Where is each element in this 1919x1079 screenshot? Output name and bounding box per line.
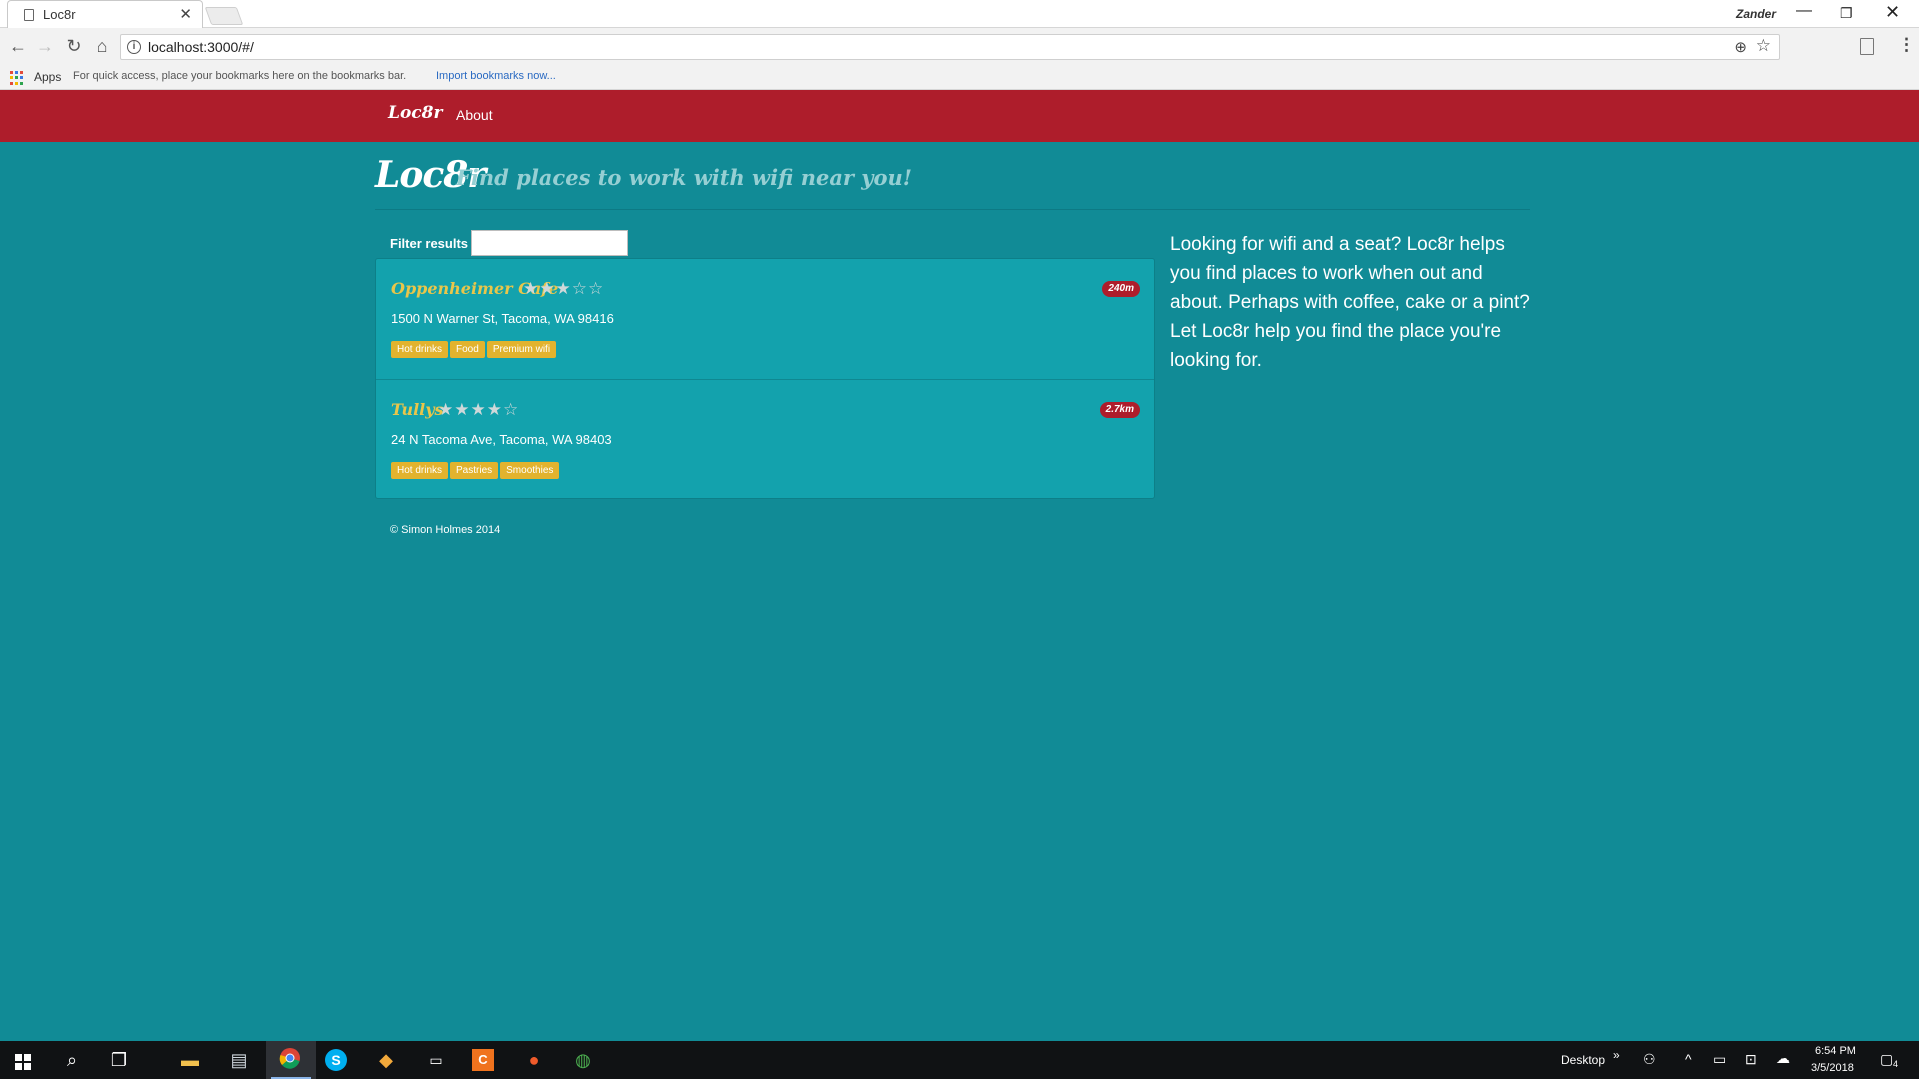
filter-input[interactable] (471, 230, 628, 256)
bookmark-star-icon[interactable]: ☆ (1756, 36, 1771, 56)
git-app-icon[interactable]: ◆ (373, 1047, 399, 1073)
footer-copyright: © Simon Holmes 2014 (390, 524, 501, 536)
back-arrow-icon[interactable]: ← (6, 36, 30, 57)
location-address: 24 N Tacoma Ave, Tacoma, WA 98403 (391, 432, 612, 447)
onedrive-icon[interactable]: ☁ (1776, 1050, 1790, 1067)
page-header: Loc8r Find places to work with wifi near… (375, 150, 1530, 210)
tray-chevron-icon[interactable]: ^ (1685, 1051, 1692, 1067)
navbar-brand[interactable]: Loc8r (388, 103, 442, 123)
globe-app-icon[interactable]: ◍ (570, 1047, 596, 1073)
profile-name[interactable]: Zander (1736, 7, 1776, 21)
file-explorer-icon[interactable]: ▬ (177, 1047, 203, 1073)
reload-icon[interactable]: ↻ (62, 36, 86, 57)
task-view-icon[interactable]: ❐ (106, 1047, 132, 1073)
network-icon[interactable]: ⊡ (1745, 1051, 1757, 1068)
window-close-icon[interactable]: ✕ (1885, 2, 1900, 23)
facility-tag: Premium wifi (486, 341, 557, 358)
nav-about-link[interactable]: About (456, 107, 493, 123)
menu-dots-icon[interactable]: ⋮ (1898, 35, 1915, 55)
terminal-icon[interactable]: ▭ (423, 1047, 449, 1073)
url-text[interactable]: localhost:3000/#/ (148, 39, 254, 55)
page-icon (24, 9, 34, 21)
rating-stars: ★★★★☆ (438, 400, 520, 419)
browser-tab-bar: Loc8r ✕ Zander — ❐ ✕ (0, 0, 1919, 28)
windows-start-icon[interactable] (15, 1054, 31, 1070)
bookmarks-bar: Apps For quick access, place your bookma… (0, 66, 1919, 90)
facility-tag: Food (450, 341, 485, 358)
postman-icon[interactable]: ● (521, 1047, 547, 1073)
address-bar[interactable]: i localhost:3000/#/ ⊕ ☆ (120, 34, 1780, 60)
clock-time[interactable]: 6:54 PM (1815, 1045, 1856, 1057)
facility-tag: Smoothies (500, 462, 560, 479)
new-tab-button[interactable] (204, 7, 244, 25)
facility-tag: Hot drinks (391, 462, 449, 479)
location-target-icon[interactable]: ⊕ (1734, 38, 1747, 56)
notification-icon[interactable]: ▢ (1880, 1051, 1893, 1068)
notification-count: 4 (1893, 1059, 1899, 1069)
rating-stars: ★★★☆☆ (523, 279, 605, 298)
filter-label: Filter results (390, 236, 469, 251)
apps-grid-icon[interactable] (10, 71, 24, 85)
mail-app-icon[interactable]: ▤ (226, 1047, 252, 1073)
search-icon[interactable]: ⌕ (59, 1047, 85, 1073)
desktop-toolbar-label[interactable]: Desktop (1561, 1053, 1605, 1067)
forward-arrow-icon[interactable]: → (33, 36, 57, 57)
facility-tag: Hot drinks (391, 341, 449, 358)
page-subtitle: Find places to work with wifi near you! (456, 165, 913, 190)
browser-tab[interactable]: Loc8r ✕ (7, 0, 203, 28)
home-icon[interactable]: ⌂ (90, 36, 114, 57)
import-bookmarks-link[interactable]: Import bookmarks now... (436, 70, 556, 82)
minimize-icon[interactable]: — (1796, 2, 1812, 20)
location-list: Oppenheimer Cafe ★★★☆☆ 240m 1500 N Warne… (375, 258, 1155, 499)
facility-list: Hot drinks Food Premium wifi (391, 341, 557, 358)
battery-icon[interactable]: ▭ (1713, 1051, 1726, 1068)
skype-icon[interactable]: S (325, 1049, 347, 1071)
tab-title: Loc8r (43, 7, 76, 22)
clock-date[interactable]: 3/5/2018 (1811, 1062, 1854, 1074)
distance-badge: 2.7km (1099, 402, 1140, 418)
site-navbar: Loc8r About (0, 90, 1919, 142)
list-item[interactable]: Tullys ★★★★☆ 2.7km 24 N Tacoma Ave, Taco… (376, 379, 1154, 498)
chrome-icon[interactable] (277, 1047, 303, 1073)
facility-list: Hot drinks Pastries Smoothies (391, 462, 560, 479)
extension-icon[interactable] (1860, 38, 1874, 55)
browser-toolbar: ← → ↻ ⌂ i localhost:3000/#/ ⊕ ☆ ⋮ (0, 28, 1919, 66)
facility-tag: Pastries (450, 462, 499, 479)
list-item[interactable]: Oppenheimer Cafe ★★★☆☆ 240m 1500 N Warne… (376, 259, 1154, 378)
bookmarks-hint: For quick access, place your bookmarks h… (73, 70, 407, 82)
restore-icon[interactable]: ❐ (1840, 5, 1853, 22)
sidebar-description: Looking for wifi and a seat? Loc8r helps… (1170, 234, 1530, 371)
toolbar-expand-icon[interactable]: » (1613, 1048, 1620, 1062)
location-address: 1500 N Warner St, Tacoma, WA 98416 (391, 311, 614, 326)
editor-app-icon[interactable]: C (472, 1049, 494, 1071)
people-icon[interactable]: ⚇ (1643, 1051, 1656, 1068)
location-name[interactable]: Tullys (391, 400, 444, 419)
windows-taskbar: ⌕ ❐ ▬ ▤ S ◆ ▭ C ● ◍ Desktop » ⚇ ^ ▭ ⊡ ☁ … (0, 1041, 1919, 1079)
apps-link[interactable]: Apps (34, 70, 61, 84)
info-icon[interactable]: i (127, 40, 141, 54)
distance-badge: 240m (1102, 281, 1140, 297)
tab-close-icon[interactable]: ✕ (179, 5, 192, 23)
